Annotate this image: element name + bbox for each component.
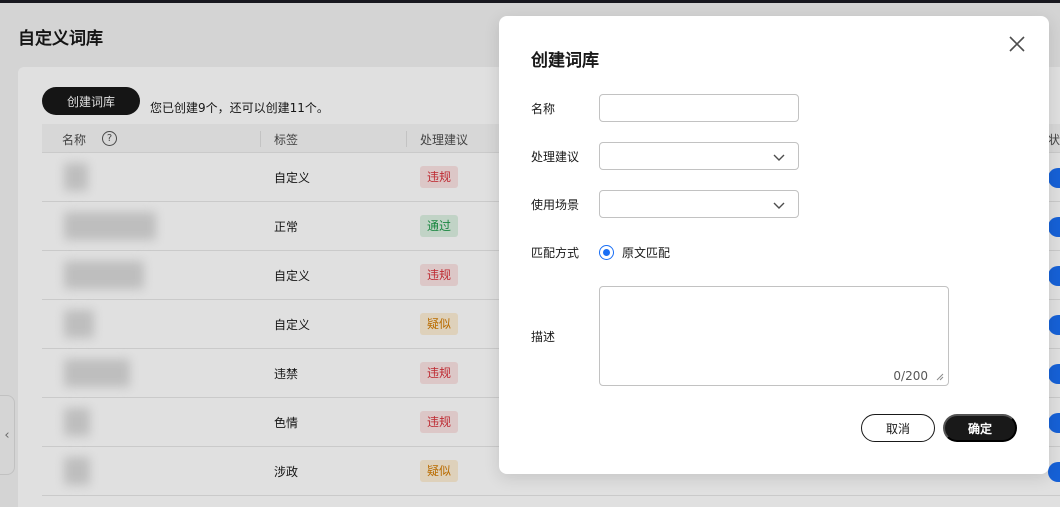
scene-select[interactable] <box>599 190 799 218</box>
match-option-label: 原文匹配 <box>622 246 671 260</box>
scene-label: 使用场景 <box>531 198 580 212</box>
chevron-down-icon <box>773 202 785 209</box>
cancel-button[interactable]: 取消 <box>861 414 935 442</box>
description-textarea[interactable]: 0/200 <box>599 286 949 386</box>
name-label: 名称 <box>531 102 556 116</box>
resize-handle-icon[interactable] <box>936 373 944 381</box>
dialog-title: 创建词库 <box>531 51 599 71</box>
match-label: 匹配方式 <box>531 246 580 260</box>
radio-checked-icon[interactable] <box>599 245 614 260</box>
name-input[interactable] <box>599 94 799 122</box>
match-option-original[interactable]: 原文匹配 <box>599 244 670 261</box>
chevron-down-icon <box>773 154 785 161</box>
confirm-button[interactable]: 确定 <box>943 414 1017 442</box>
suggestion-label: 处理建议 <box>531 150 580 164</box>
char-counter: 0/200 <box>893 369 928 383</box>
desc-label: 描述 <box>531 330 556 344</box>
close-icon[interactable] <box>1005 32 1029 56</box>
create-library-dialog: 创建词库 名称 处理建议 使用场景 匹配方式 原文匹配 描述 0/200 取消 … <box>499 16 1049 474</box>
suggestion-select[interactable] <box>599 142 799 170</box>
